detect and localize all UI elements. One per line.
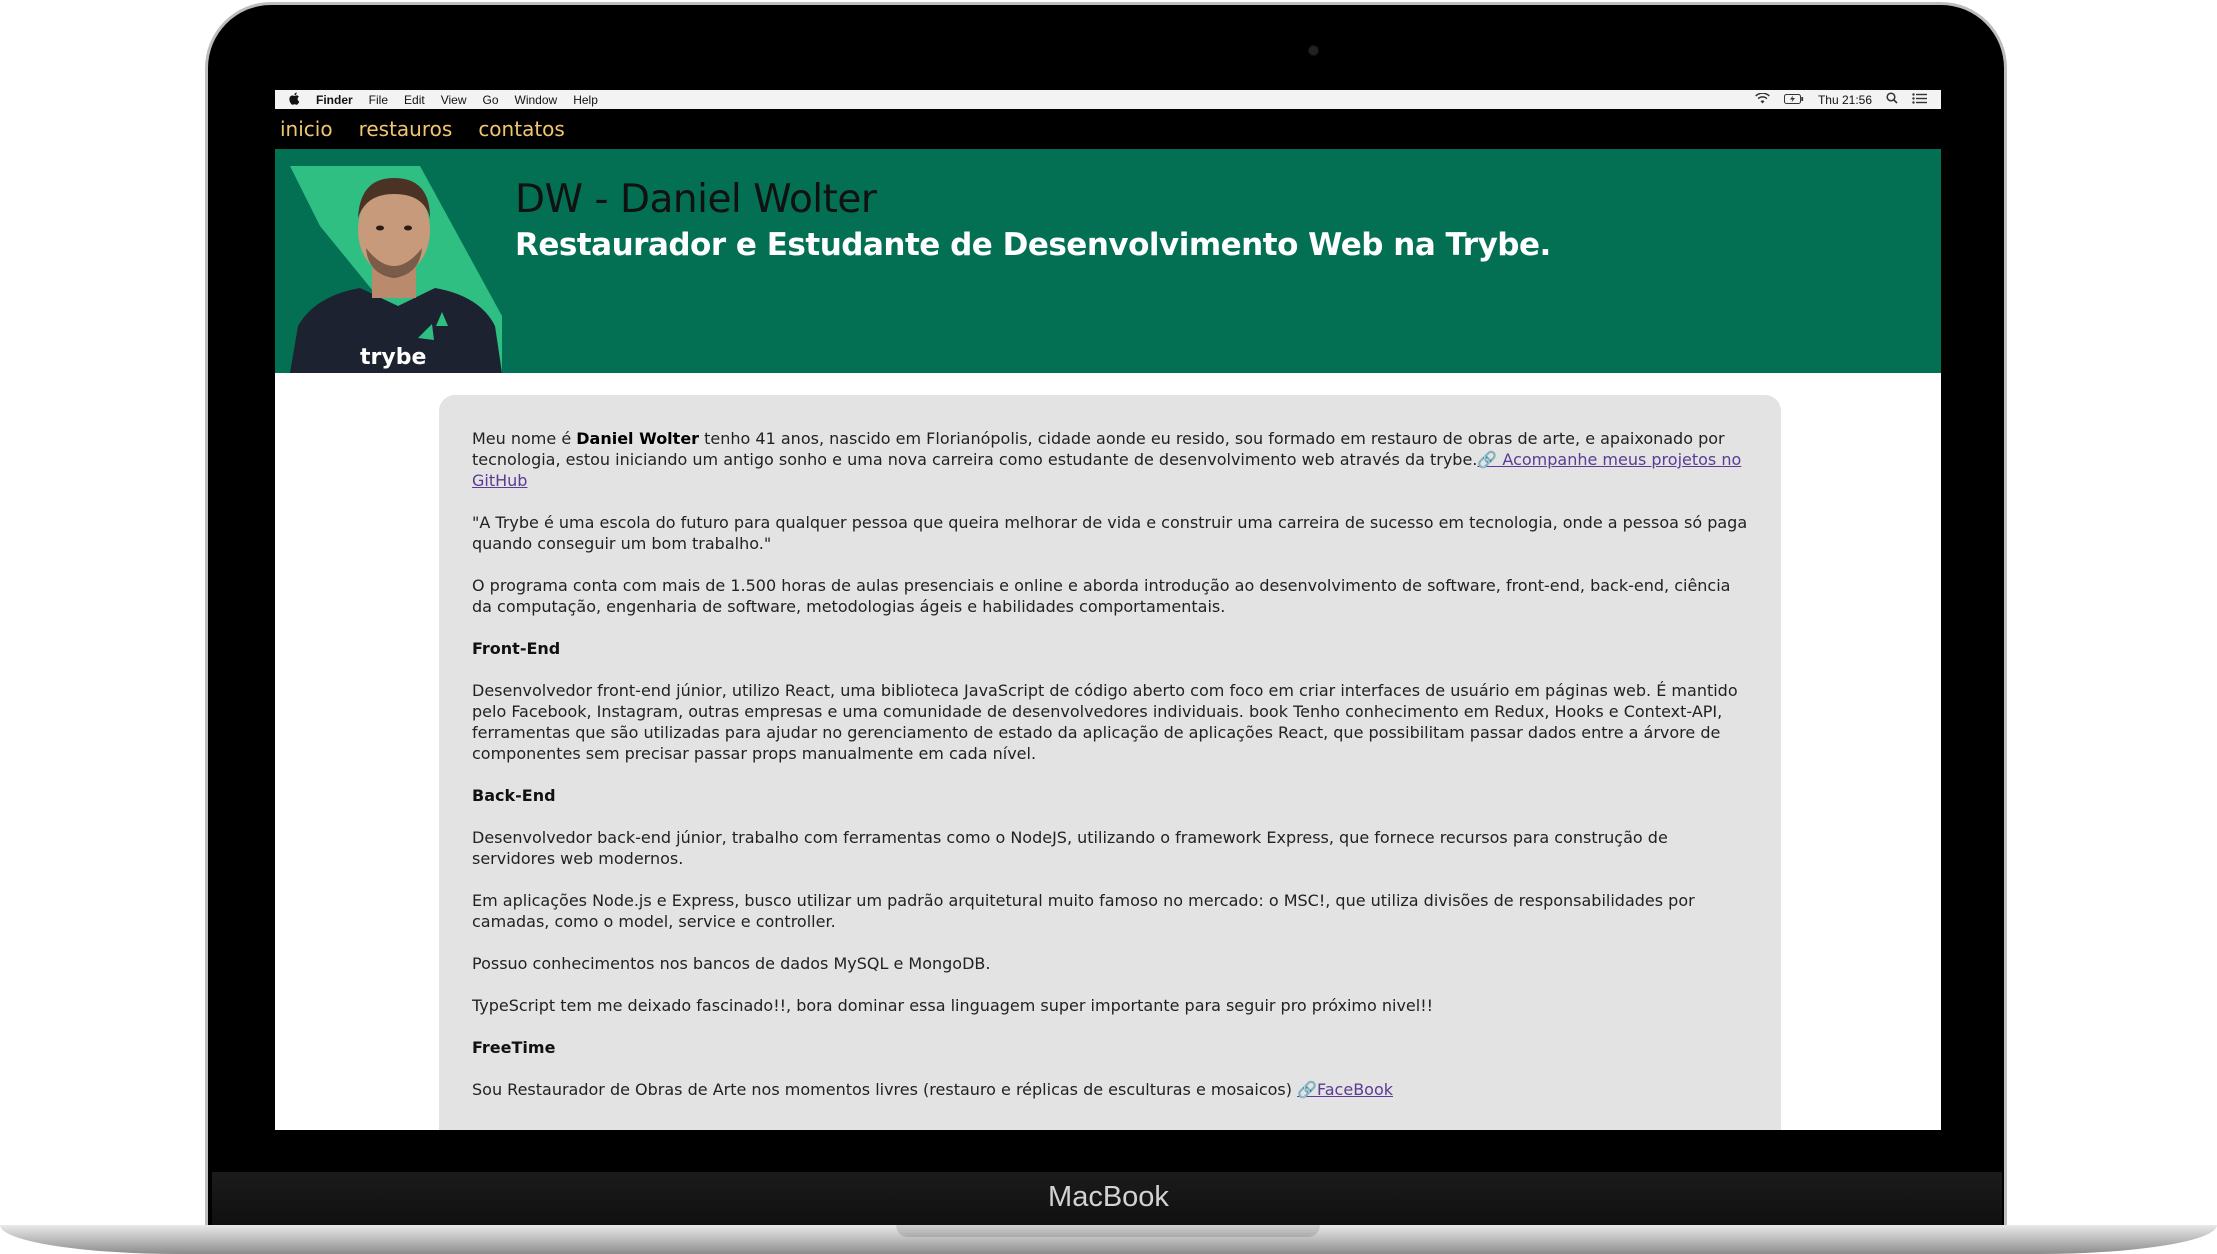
frontend-heading: Front-End [472,639,561,658]
database-paragraph: Possuo conhecimentos nos bancos de dados… [472,954,991,973]
intro-prefix: Meu nome é [472,429,577,448]
freetime-paragraph: Sou Restaurador de Obras de Arte nos mom… [472,1079,1751,1100]
menu-finder[interactable]: Finder [316,93,353,107]
battery-icon[interactable] [1783,93,1804,107]
backend-heading: Back-End [472,786,556,805]
menu-view[interactable]: View [441,93,467,107]
page-body: Meu nome é Daniel Wolter tenho 41 anos, … [275,373,1941,1130]
backend-paragraph: Desenvolvedor back-end júnior, trabalho … [472,828,1668,868]
intro-paragraph: Meu nome é Daniel Wolter tenho 41 anos, … [472,428,1751,491]
facebook-link[interactable]: 🔗FaceBook [1297,1080,1393,1099]
spotlight-search-icon[interactable] [1886,92,1898,107]
nav-link-restauros[interactable]: restauros [359,117,453,141]
freetime-text: Sou Restaurador de Obras de Arte nos mom… [472,1080,1298,1099]
apple-icon[interactable] [289,92,300,108]
site-nav: inicio restauros contatos [275,109,1941,149]
frontend-paragraph: Desenvolvedor front-end júnior, utilizo … [472,681,1738,763]
msc-paragraph: Em aplicações Node.js e Express, busco u… [472,891,1695,931]
page-subtitle: Restaurador e Estudante de Desenvolvimen… [515,227,1551,263]
program-paragraph: O programa conta com mais de 1.500 horas… [472,576,1731,616]
avatar-shirt-text: trybe [360,345,426,370]
menu-file[interactable]: File [369,93,388,107]
status-area: Thu 21:56 [1755,91,1927,107]
macbook-label: MacBook [1048,1181,1169,1213]
profile-avatar: trybe [290,166,502,373]
about-card: Meu nome é Daniel Wolter tenho 41 anos, … [439,395,1781,1130]
menubar-clock[interactable]: Thu 21:56 [1818,93,1872,107]
notification-center-icon[interactable] [1912,92,1927,107]
page-title: DW - Daniel Wolter [515,177,877,222]
macbook-base-notch [896,1225,1320,1237]
nav-link-contatos[interactable]: contatos [478,117,565,141]
menu-go[interactable]: Go [483,93,499,107]
menu-edit[interactable]: Edit [404,93,425,107]
macos-menubar: Finder File Edit View Go Window Help Thu… [275,90,1941,109]
menu-window[interactable]: Window [515,93,558,107]
author-name: Daniel Wolter [576,429,700,448]
wifi-icon[interactable] [1755,91,1770,107]
trybe-quote: "A Trybe é uma escola do futuro para qua… [472,513,1748,553]
typescript-paragraph: TypeScript tem me deixado fascinado!!, b… [472,996,1434,1015]
camera-icon [1308,45,1319,56]
menu-help[interactable]: Help [573,93,598,107]
nav-link-inicio[interactable]: inicio [280,117,333,141]
hero-banner: trybe DW - Daniel Wolter Restaurador e E… [275,149,1941,373]
freetime-heading: FreeTime [472,1038,556,1057]
screen: Finder File Edit View Go Window Help Thu… [275,90,1941,1130]
